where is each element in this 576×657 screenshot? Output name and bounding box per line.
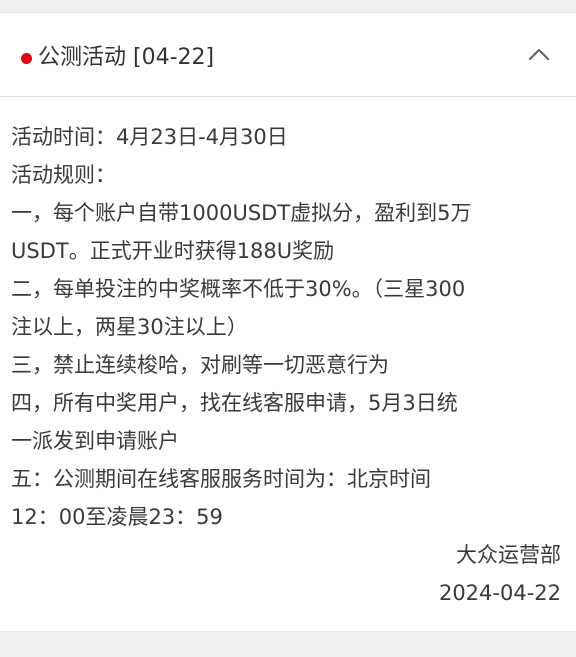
rule-line: 二，每单投注的中奖概率不低于30%。（三星300 — [11, 277, 466, 301]
rule-line: 一，每个账户自带1000USDT虚拟分，盈利到5万 — [11, 201, 472, 225]
unread-dot — [21, 53, 32, 64]
rule-line: 注以上，两星30注以上） — [11, 315, 248, 339]
announcement-body: 活动时间：4月23日-4月30日 活动规则： 一，每个账户自带1000USDT虚… — [11, 118, 567, 612]
chevron-up-icon — [528, 48, 550, 61]
announcement-header[interactable]: 公测活动 [04-22] — [0, 13, 576, 97]
rules-heading: 活动规则： — [11, 163, 116, 187]
rule-line: 12：00至凌晨23：59 — [11, 505, 223, 529]
rule-line: 四，所有中奖用户，找在线客服申请，5月3日统 — [11, 391, 458, 415]
rule-line: 一派发到申请账户 — [11, 429, 179, 453]
rule-line: 三，禁止连续梭哈，对刷等一切恶意行为 — [11, 353, 389, 377]
announcement-date: 2024-04-22 — [438, 581, 561, 605]
activity-time: 活动时间：4月23日-4月30日 — [11, 125, 288, 149]
announcement-card: 公测活动 [04-22] 活动时间：4月23日-4月30日 活动规则： 一，每个… — [0, 12, 576, 632]
collapse-button[interactable] — [516, 31, 562, 77]
signature: 大众运营部 — [456, 543, 561, 567]
announcement-title: 公测活动 [04-22] — [38, 45, 215, 70]
rule-line: USDT。正式开业时获得188U奖励 — [11, 239, 335, 263]
rule-line: 五：公测期间在线客服服务时间为：北京时间 — [11, 467, 431, 491]
